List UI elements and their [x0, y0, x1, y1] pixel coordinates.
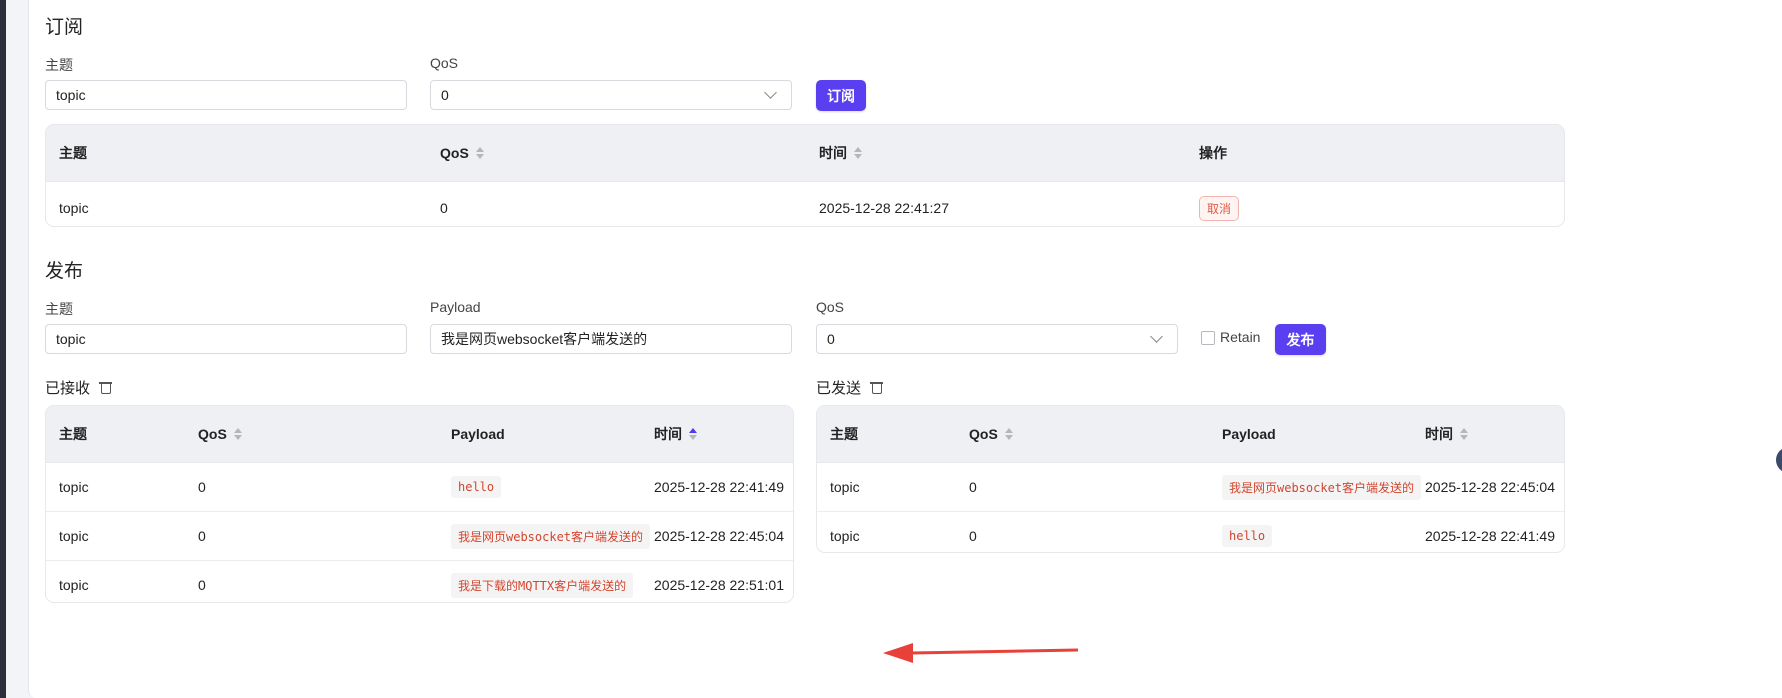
annotation-arrow [883, 643, 1079, 663]
arrow-head [883, 643, 913, 663]
arrow-shaft [911, 648, 1079, 655]
